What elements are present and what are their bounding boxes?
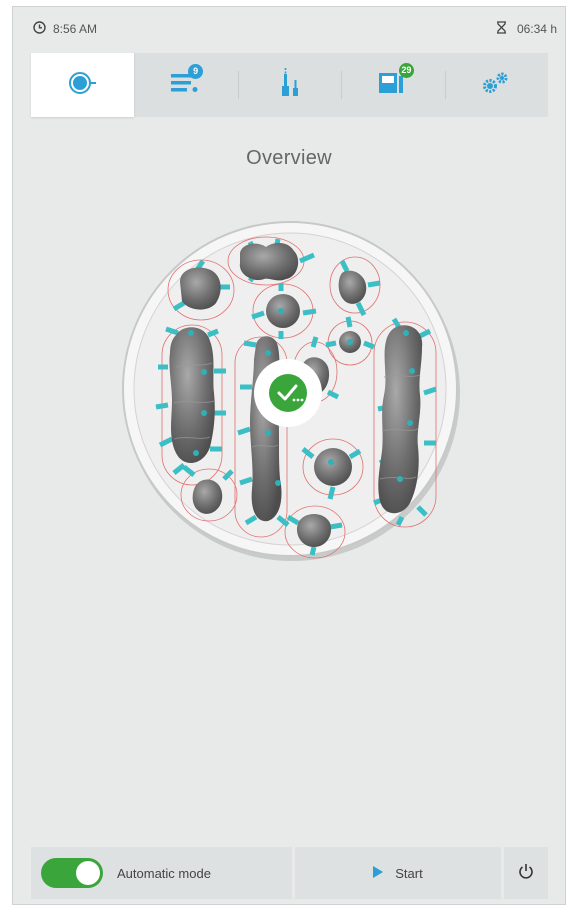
tab-overview[interactable] [31,53,135,117]
tab-tools[interactable] [237,53,341,117]
time-text: 8:56 AM [53,22,98,36]
status-bar: 8:56 AM 06:34 h [13,7,565,49]
job-count-badge: 9 [188,63,204,79]
automatic-mode-toggle[interactable] [41,858,103,888]
start-button[interactable]: Start [295,847,501,899]
power-button[interactable] [504,847,548,899]
tab-settings[interactable] [444,53,548,117]
automatic-mode-control: Automatic mode [31,847,292,899]
material-block-icon: 29 [378,62,414,101]
tab-material[interactable]: 29 [341,53,444,117]
remaining-time-text: 06:34 h [516,22,557,36]
automatic-mode-label: Automatic mode [117,865,211,881]
power-icon [518,863,534,884]
bottom-toolbar: Automatic mode Start [31,847,548,899]
page-title: Overview [246,147,332,169]
device-screen: 8:56 AM 06:34 h 9 29 Overview Automatic … [12,6,566,905]
check-processing-icon [269,374,307,412]
hourglass-icon [496,21,507,37]
start-label: Start [395,865,423,881]
milling-tools-icon [279,67,301,103]
status-time: 8:56 AM [33,21,97,37]
disk-overview-icon [68,70,98,101]
material-count-badge: 29 [398,62,414,78]
main-navigation: 9 29 [31,53,548,117]
toggle-knob [76,861,100,885]
ellipsis-dots [292,398,304,402]
tab-job-list[interactable]: 9 [134,53,237,117]
gears-icon [480,70,512,101]
play-icon [373,865,384,881]
milling-disk[interactable] [118,217,463,562]
job-list-icon: 9 [171,63,204,100]
status-remaining: 06:34 h [496,21,557,37]
clock-icon [33,21,46,37]
